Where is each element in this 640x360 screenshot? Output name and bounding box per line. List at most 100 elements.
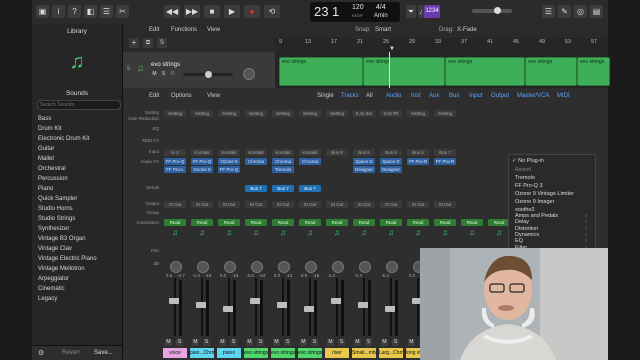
channel-name[interactable]: evo strings [298, 348, 322, 358]
input-slot[interactable]: Bus 5 [326, 149, 348, 156]
pan-knob[interactable] [170, 261, 182, 273]
input-slot[interactable]: Kontakt [245, 149, 267, 156]
setting-button[interactable]: Setting [191, 110, 213, 117]
fast-forward-button[interactable]: ▶▶ [184, 5, 200, 18]
plugin-category-item[interactable]: Distortion › [515, 226, 587, 232]
mixer-view-menu[interactable]: View [207, 93, 220, 99]
pan-knob[interactable] [386, 261, 398, 273]
library-item[interactable]: Piano [38, 186, 118, 192]
input-slot[interactable]: Bus 7 [434, 149, 456, 156]
setting-button[interactable]: Setting [245, 110, 267, 117]
output-slot[interactable]: St Out [407, 201, 429, 208]
record-button[interactable]: ● [244, 5, 260, 18]
audio-fx-slot[interactable]: Tremolo [272, 166, 294, 173]
pan-knob[interactable] [278, 261, 290, 273]
output-slot[interactable]: St Out [380, 201, 402, 208]
list-editors-button[interactable]: ☰ [542, 5, 555, 18]
track-volume-slider[interactable] [183, 71, 233, 78]
plugin-category-item[interactable]: Dynamics › [515, 232, 587, 238]
filter-single-button[interactable]: Single [317, 93, 334, 99]
tracks-view-menu[interactable]: View [207, 27, 220, 33]
input-slot[interactable]: Kontakt [191, 149, 213, 156]
filter-master-vca-button[interactable]: Master/VCA [517, 93, 549, 99]
solo-button[interactable]: S [311, 339, 318, 346]
solo-button[interactable]: S [176, 339, 183, 346]
audio-fx-slot[interactable]: Designer [353, 166, 375, 173]
plugin-category-item[interactable]: Delay › [515, 219, 587, 225]
track-pan-knob[interactable] [243, 68, 255, 80]
solo-button[interactable]: S [365, 339, 372, 346]
volume-fader[interactable] [174, 278, 176, 336]
tracks-edit-menu[interactable]: Edit [149, 27, 159, 33]
output-slot[interactable]: St Out [218, 201, 240, 208]
drag-select[interactable]: X-Fade [457, 27, 477, 33]
pan-knob[interactable] [197, 261, 209, 273]
track-volume-knob[interactable] [205, 71, 212, 78]
loop-browser-button[interactable]: ◎ [574, 5, 587, 18]
mute-button[interactable]: M [408, 339, 415, 346]
library-item[interactable]: Guitar [38, 146, 118, 152]
library-item[interactable]: Studio Horns [38, 206, 118, 212]
audio-fx-slot[interactable]: Ozone 9 [218, 158, 240, 165]
mixer-edit-menu[interactable]: Edit [149, 93, 159, 99]
setting-button[interactable]: Setting [218, 110, 240, 117]
channel-name[interactable]: evo strings [244, 348, 268, 358]
audio-fx-slot[interactable]: FF Pro-Q [164, 158, 186, 165]
input-slot[interactable]: Bus 6 [407, 149, 429, 156]
automation-mode-button[interactable]: Read [380, 219, 402, 226]
browser-button[interactable]: ▤ [590, 5, 603, 18]
output-slot[interactable]: St Out [164, 201, 186, 208]
mixer-options-menu[interactable]: Options [171, 93, 192, 99]
audio-fx-slot[interactable]: FF Pro-Q [218, 166, 240, 173]
info-button[interactable]: i [52, 5, 65, 18]
add-track-button[interactable]: + [129, 38, 139, 48]
library-item[interactable]: Orchestral [38, 166, 118, 172]
automation-mode-button[interactable]: Read [191, 219, 213, 226]
channel-name[interactable]: piano [217, 348, 241, 358]
automation-mode-button[interactable]: Read [461, 219, 483, 226]
track-mute-button[interactable]: M [151, 71, 158, 78]
setting-button[interactable]: Setting [326, 110, 348, 117]
filter-input-button[interactable]: Input [469, 93, 482, 99]
automation-mode-button[interactable]: Read [407, 219, 429, 226]
input-slot[interactable]: Kontakt [218, 149, 240, 156]
mute-button[interactable]: M [327, 339, 334, 346]
recent-plugin-item[interactable]: Ozone 9 Imager [515, 199, 554, 205]
master-volume-knob[interactable] [494, 7, 501, 14]
automation-mode-button[interactable]: Read [218, 219, 240, 226]
library-item[interactable]: Mallet [38, 156, 118, 162]
notepad-button[interactable]: ✎ [558, 5, 571, 18]
automation-mode-button[interactable]: Read [488, 219, 510, 226]
no-plugin-menu-item[interactable]: ✓ No Plug-in [512, 158, 544, 164]
smart-controls-button[interactable]: ◧ [84, 5, 97, 18]
volume-fader[interactable] [255, 278, 257, 336]
audio-fx-slot[interactable]: Chroma [245, 158, 267, 165]
solo-button[interactable]: S [284, 339, 291, 346]
mute-button[interactable]: M [192, 339, 199, 346]
cycle-button[interactable]: ⟲ [264, 5, 280, 18]
library-item[interactable]: Studio Strings [38, 216, 118, 222]
audio-fx-slot[interactable]: FF Pro-R [407, 158, 429, 165]
library-item[interactable]: Legacy [38, 296, 118, 302]
region[interactable]: evo strings [279, 57, 363, 86]
output-slot[interactable]: St Out [353, 201, 375, 208]
rewind-button[interactable]: ◀◀ [164, 5, 180, 18]
mute-button[interactable]: M [273, 339, 280, 346]
settings-gear-icon[interactable]: ⚙ [38, 349, 44, 357]
filter-output-button[interactable]: Output [491, 93, 509, 99]
filter-bus-button[interactable]: Bus [449, 93, 459, 99]
input-slot[interactable]: Kontakt [299, 149, 321, 156]
solo-button[interactable]: S [338, 339, 345, 346]
pan-knob[interactable] [224, 261, 236, 273]
region[interactable]: evo strings [445, 57, 525, 86]
audio-fx-slot[interactable]: Chroma [299, 158, 321, 165]
channel-name[interactable]: riser [325, 348, 349, 358]
help-button[interactable]: ? [68, 5, 81, 18]
automation-mode-button[interactable]: Read [353, 219, 375, 226]
library-item[interactable]: Cinematic [38, 286, 118, 292]
library-item[interactable]: Drum Kit [38, 126, 118, 132]
library-toggle-button[interactable]: ▣ [36, 5, 49, 18]
automation-mode-button[interactable]: Read [272, 219, 294, 226]
setting-button[interactable]: Setting [407, 110, 429, 117]
filter-midi-button[interactable]: MIDI [557, 93, 570, 99]
